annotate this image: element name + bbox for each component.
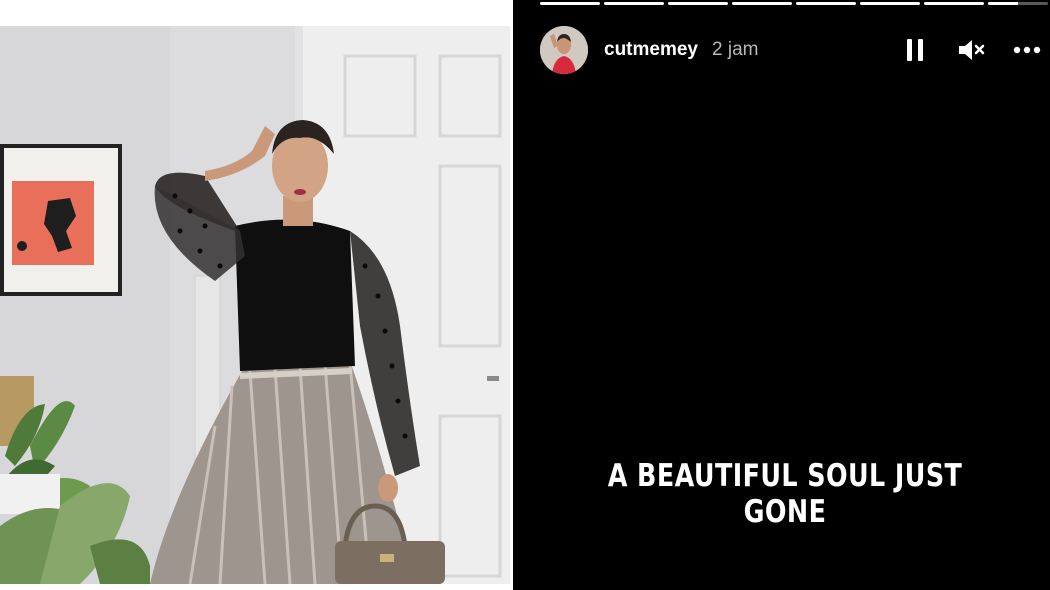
story-controls [900,35,1042,65]
story-progress-fill [604,2,664,5]
story-progress-fill [540,2,600,5]
story-progress-segment [796,2,856,5]
more-options-icon[interactable] [1012,35,1042,65]
story-progress-segment [860,2,920,5]
story-progress-fill [796,2,856,5]
story-caption: A BEAUTIFUL SOUL JUST GONE [607,458,963,530]
mute-icon[interactable] [956,35,986,65]
story-progress-segment [540,2,600,5]
story-progress-segment [988,2,1048,5]
story-progress-segment [604,2,664,5]
story-progress-segment [668,2,728,5]
story-progress-segment [924,2,984,5]
story-progress-bar [540,2,1048,5]
story-progress-segment [732,2,792,5]
screenshot-stage: cutmemey 2 jam A BEAUTIFUL SOUL JUST GON… [0,0,1050,590]
story-progress-fill [924,2,984,5]
story-timestamp: 2 jam [712,39,759,60]
story-progress-fill [732,2,792,5]
post-photo [0,26,510,584]
avatar[interactable] [540,26,588,74]
story-progress-fill [668,2,728,5]
story-header: cutmemey 2 jam [540,25,1048,75]
pause-icon[interactable] [900,35,930,65]
story-progress-fill [988,2,1018,5]
story-username[interactable]: cutmemey [604,39,698,61]
story-viewer[interactable]: cutmemey 2 jam A BEAUTIFUL SOUL JUST GON… [513,0,1050,590]
story-progress-fill [860,2,920,5]
